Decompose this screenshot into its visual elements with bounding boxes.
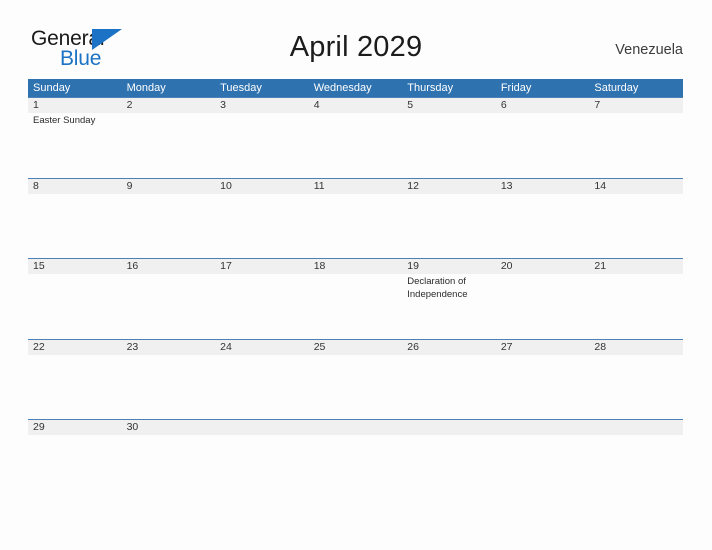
day-cell: [402, 435, 496, 499]
date-number: [215, 420, 309, 435]
date-number[interactable]: 12: [402, 179, 496, 194]
weekday-header-sunday: Sunday: [33, 82, 71, 94]
date-number[interactable]: 30: [122, 420, 216, 435]
weekday-header-wednesday: Wednesday: [313, 82, 372, 94]
date-number[interactable]: 16: [122, 259, 216, 274]
week-row: 22 23 24 25 26 27 28: [28, 338, 683, 420]
date-number: [309, 420, 403, 435]
week-date-band: 8 9 10 11 12 13 14: [28, 177, 683, 194]
day-cell[interactable]: [122, 194, 216, 258]
weekday-header-tuesday: Tuesday: [220, 82, 262, 94]
date-number[interactable]: 17: [215, 259, 309, 274]
day-cell[interactable]: [309, 194, 403, 258]
weekday-header-row: Sunday Monday Tuesday Wednesday Thursday…: [28, 79, 683, 97]
day-cell[interactable]: [122, 113, 216, 177]
day-cell[interactable]: [122, 435, 216, 499]
day-cell[interactable]: [496, 194, 590, 258]
week-date-band: 22 23 24 25 26 27 28: [28, 338, 683, 355]
weekday-header-friday: Friday: [500, 82, 532, 94]
week-date-band: 15 16 17 18 19 20 21: [28, 258, 683, 274]
day-cell[interactable]: [402, 194, 496, 258]
week-body: [28, 435, 683, 499]
day-cell[interactable]: Easter Sunday: [28, 113, 122, 177]
date-number[interactable]: 28: [589, 340, 683, 355]
date-number[interactable]: 15: [28, 259, 122, 274]
date-number[interactable]: 18: [309, 259, 403, 274]
day-cell[interactable]: [28, 355, 122, 419]
day-cell: [309, 435, 403, 499]
week-body: Declaration of Independence: [28, 274, 683, 338]
event-text: Easter Sunday: [33, 115, 96, 126]
day-cell[interactable]: [215, 194, 309, 258]
day-cell[interactable]: [122, 355, 216, 419]
week-row: 8 9 10 11 12 13 14: [28, 177, 683, 259]
date-number: [496, 420, 590, 435]
date-number[interactable]: 8: [28, 179, 122, 194]
page-title: April 2029: [289, 31, 423, 63]
week-date-band: 1 2 3 4 5 6 7: [28, 97, 683, 113]
day-cell[interactable]: [589, 355, 683, 419]
event-text: Declaration of Independence: [407, 276, 468, 300]
date-number[interactable]: 11: [309, 179, 403, 194]
date-number[interactable]: 13: [496, 179, 590, 194]
date-number[interactable]: 27: [496, 340, 590, 355]
weekday-header-thursday: Thursday: [407, 82, 454, 94]
day-cell[interactable]: [215, 274, 309, 338]
date-number[interactable]: 3: [215, 98, 309, 113]
week-body: Easter Sunday: [28, 113, 683, 177]
date-number[interactable]: 4: [309, 98, 403, 113]
date-number[interactable]: 6: [496, 98, 590, 113]
date-number[interactable]: 22: [28, 340, 122, 355]
day-cell[interactable]: [402, 113, 496, 177]
week-date-band: 29 30: [28, 419, 683, 435]
date-number[interactable]: 7: [589, 98, 683, 113]
day-cell[interactable]: [589, 194, 683, 258]
country-label: Venezuela: [615, 42, 683, 58]
day-cell[interactable]: [496, 274, 590, 338]
date-number: [589, 420, 683, 435]
week-row: 29 30: [28, 419, 683, 500]
date-number[interactable]: 24: [215, 340, 309, 355]
day-cell[interactable]: [309, 113, 403, 177]
week-body: [28, 193, 683, 258]
day-cell[interactable]: [122, 274, 216, 338]
date-number[interactable]: 25: [309, 340, 403, 355]
day-cell[interactable]: [589, 113, 683, 177]
day-cell[interactable]: [215, 113, 309, 177]
date-number[interactable]: 5: [402, 98, 496, 113]
week-row: 15 16 17 18 19 20 21 Declaration of Inde…: [28, 258, 683, 339]
day-cell[interactable]: [496, 113, 590, 177]
date-number[interactable]: 20: [496, 259, 590, 274]
day-cell: [215, 435, 309, 499]
date-number[interactable]: 21: [589, 259, 683, 274]
day-cell[interactable]: [309, 274, 403, 338]
date-number[interactable]: 9: [122, 179, 216, 194]
day-cell[interactable]: [215, 355, 309, 419]
date-number[interactable]: 10: [215, 179, 309, 194]
day-cell[interactable]: [28, 194, 122, 258]
page-header: General Blue April 2029 Venezuela: [0, 0, 712, 79]
date-number[interactable]: 29: [28, 420, 122, 435]
date-number[interactable]: 2: [122, 98, 216, 113]
day-cell[interactable]: [28, 274, 122, 338]
day-cell[interactable]: Declaration of Independence: [402, 274, 496, 338]
date-number: [402, 420, 496, 435]
day-cell: [496, 435, 590, 499]
day-cell[interactable]: [28, 435, 122, 499]
weekday-header-monday: Monday: [126, 82, 166, 94]
week-row: 1 2 3 4 5 6 7 Easter Sunday: [28, 97, 683, 178]
date-number[interactable]: 19: [402, 259, 496, 274]
day-cell[interactable]: [402, 355, 496, 419]
day-cell[interactable]: [589, 274, 683, 338]
date-number[interactable]: 1: [28, 98, 122, 113]
date-number[interactable]: 23: [122, 340, 216, 355]
week-body: [28, 354, 683, 419]
day-cell[interactable]: [309, 355, 403, 419]
day-cell[interactable]: [496, 355, 590, 419]
weekday-header-saturday: Saturday: [594, 82, 639, 94]
date-number[interactable]: 14: [589, 179, 683, 194]
day-cell: [589, 435, 683, 499]
date-number[interactable]: 26: [402, 340, 496, 355]
calendar-grid: Sunday Monday Tuesday Wednesday Thursday…: [28, 79, 683, 500]
